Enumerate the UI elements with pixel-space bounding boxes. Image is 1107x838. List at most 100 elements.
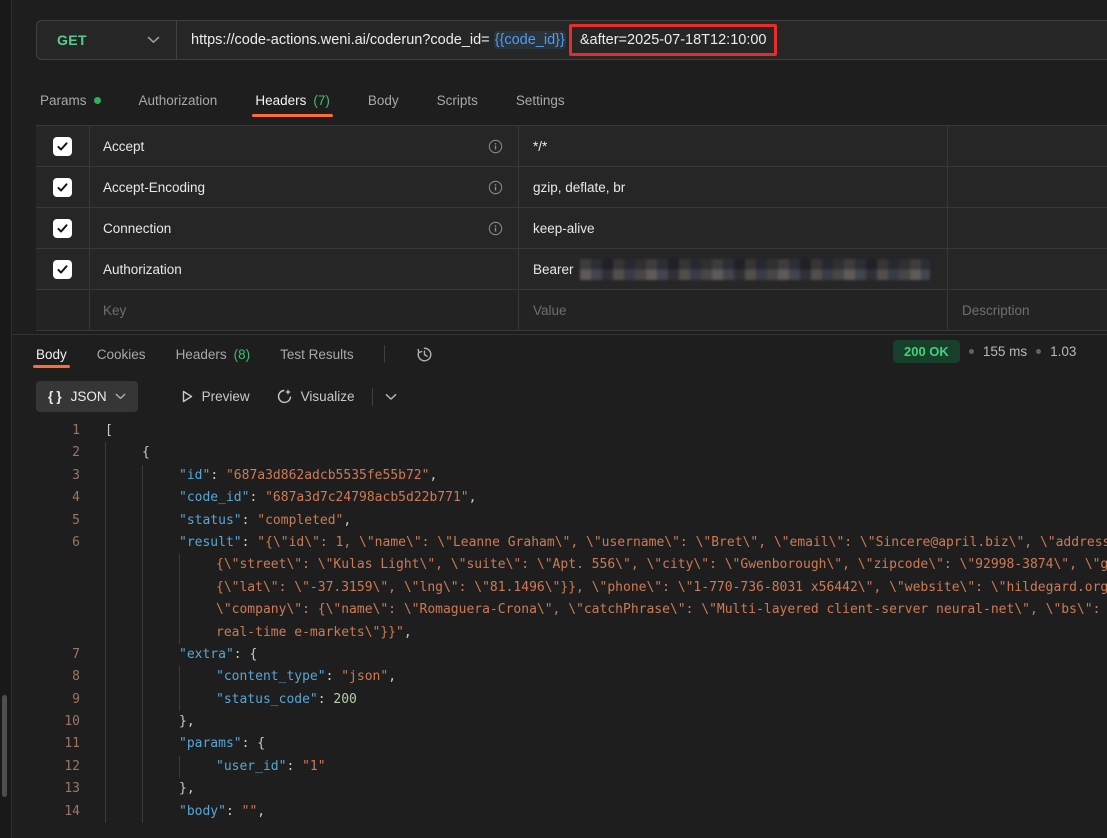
code-line: 7"extra": {: [12, 644, 1107, 666]
tab-count-badge: (7): [313, 93, 330, 108]
header-value: Bearer: [533, 262, 574, 277]
annotation-highlight-box: &after=2025-07-18T12:10:00: [569, 24, 778, 56]
info-icon: [488, 221, 503, 236]
code-line: 2{: [12, 442, 1107, 464]
line-number: 6: [12, 532, 80, 554]
visualize-button[interactable]: Visualize: [276, 388, 355, 405]
checkbox-checked[interactable]: [53, 219, 72, 238]
key-placeholder-input[interactable]: Key: [90, 290, 519, 330]
response-tab-body[interactable]: Body: [36, 347, 67, 362]
tab-label: Headers: [255, 93, 306, 108]
response-section-divider: [12, 334, 1107, 335]
response-tab-headers[interactable]: Headers(8): [176, 347, 251, 362]
history-icon[interactable]: [415, 345, 434, 364]
code-line: 1[: [12, 420, 1107, 442]
indent-guide: [105, 622, 142, 644]
code-line: 14"body": "",: [12, 801, 1107, 823]
method-selector[interactable]: GET: [37, 21, 177, 59]
header-value-cell[interactable]: gzip, deflate, br: [519, 167, 948, 207]
line-number: [12, 622, 80, 644]
header-description-cell[interactable]: [948, 126, 1107, 166]
line-number: 8: [12, 666, 80, 688]
code-token: : {: [234, 644, 257, 666]
left-scrollbar-thumb[interactable]: [2, 695, 7, 797]
header-row-authorization: Authorization Bearer: [36, 249, 1107, 290]
request-tab-authorization[interactable]: Authorization: [139, 93, 218, 108]
header-key-cell[interactable]: Accept: [90, 126, 519, 166]
code-token: real-time e-markets\"}}": [216, 622, 404, 644]
header-value-cell[interactable]: Bearer: [519, 249, 948, 289]
code-line: real-time e-markets\"}}",: [12, 622, 1107, 644]
tab-label: Test Results: [280, 347, 354, 362]
checkbox-checked[interactable]: [53, 260, 72, 279]
request-headers-table: Accept */* Accept-Encoding gzip, deflate, b…: [36, 125, 1107, 331]
indent-guide: [105, 689, 142, 711]
checkbox-checked[interactable]: [53, 137, 72, 156]
indent-guide: [142, 487, 179, 509]
url-input[interactable]: https://code-actions.weni.ai/coderun?cod…: [191, 24, 777, 56]
header-key-cell[interactable]: Accept-Encoding: [90, 167, 519, 207]
body-format-dropdown[interactable]: { } JSON: [36, 381, 138, 412]
response-tab-test-results[interactable]: Test Results: [280, 347, 354, 362]
code-token: :: [326, 666, 342, 688]
code-token: :: [226, 801, 242, 823]
indent-guide: [105, 510, 142, 532]
header-description-cell[interactable]: [948, 167, 1107, 207]
header-row-accept-encoding: Accept-Encoding gzip, deflate, br: [36, 167, 1107, 208]
code-token: },: [179, 711, 195, 733]
request-tab-body[interactable]: Body: [368, 93, 399, 108]
indent-guide: [179, 622, 216, 644]
code-token: : {: [242, 733, 265, 755]
preview-button[interactable]: Preview: [180, 389, 250, 404]
value-placeholder-input[interactable]: Value: [519, 290, 948, 330]
code-token: ,: [429, 465, 437, 487]
line-number: 2: [12, 442, 80, 464]
code-line: 11"params": {: [12, 733, 1107, 755]
request-tab-scripts[interactable]: Scripts: [437, 93, 478, 108]
code-token: "687a3d7c24798acb5d22b771": [265, 487, 469, 509]
code-token: ,: [469, 487, 477, 509]
indent-guide: [105, 554, 142, 576]
request-tab-params[interactable]: Params: [40, 93, 101, 108]
code-token: },: [179, 778, 195, 800]
request-tab-settings[interactable]: Settings: [516, 93, 565, 108]
indent-guide: [142, 756, 179, 778]
indent-guide: [105, 711, 142, 733]
header-value: keep-alive: [533, 221, 595, 236]
indent-guide: [105, 577, 142, 599]
code-token: "": [242, 801, 258, 823]
header-row-checkbox-cell: [36, 290, 90, 330]
code-token: "result": [179, 532, 242, 554]
header-description-cell[interactable]: [948, 249, 1107, 289]
tab-label: Settings: [516, 93, 565, 108]
line-number: 12: [12, 756, 80, 778]
header-key: Accept: [103, 139, 144, 154]
code-token: "json": [341, 666, 388, 688]
tab-label: Authorization: [139, 93, 218, 108]
header-key: Accept-Encoding: [103, 180, 205, 195]
code-token: "content_type": [216, 666, 326, 688]
indent-guide: [142, 554, 179, 576]
meta-separator-dot: [1036, 349, 1041, 354]
response-tab-cookies[interactable]: Cookies: [97, 347, 146, 362]
checkbox-checked[interactable]: [53, 178, 72, 197]
header-key-cell[interactable]: Connection: [90, 208, 519, 248]
line-number: 5: [12, 510, 80, 532]
header-description-cell[interactable]: [948, 208, 1107, 248]
indent-guide: [142, 666, 179, 688]
indent-guide: [142, 532, 179, 554]
code-token: "status": [179, 510, 242, 532]
header-value-cell[interactable]: */*: [519, 126, 948, 166]
code-token: ,: [257, 801, 265, 823]
body-options-chevron[interactable]: [385, 393, 397, 401]
indent-guide: [105, 801, 142, 823]
header-value: gzip, deflate, br: [533, 180, 625, 195]
line-number: [12, 554, 80, 576]
header-value-cell[interactable]: keep-alive: [519, 208, 948, 248]
header-key-cell[interactable]: Authorization: [90, 249, 519, 289]
header-row-checkbox-cell: [36, 249, 90, 289]
request-tab-headers[interactable]: Headers (7): [255, 93, 330, 108]
description-placeholder-input[interactable]: Description: [948, 290, 1107, 330]
request-url-bar[interactable]: GET https://code-actions.weni.ai/coderun…: [36, 20, 1107, 60]
status-badge: 200 OK: [893, 340, 960, 363]
